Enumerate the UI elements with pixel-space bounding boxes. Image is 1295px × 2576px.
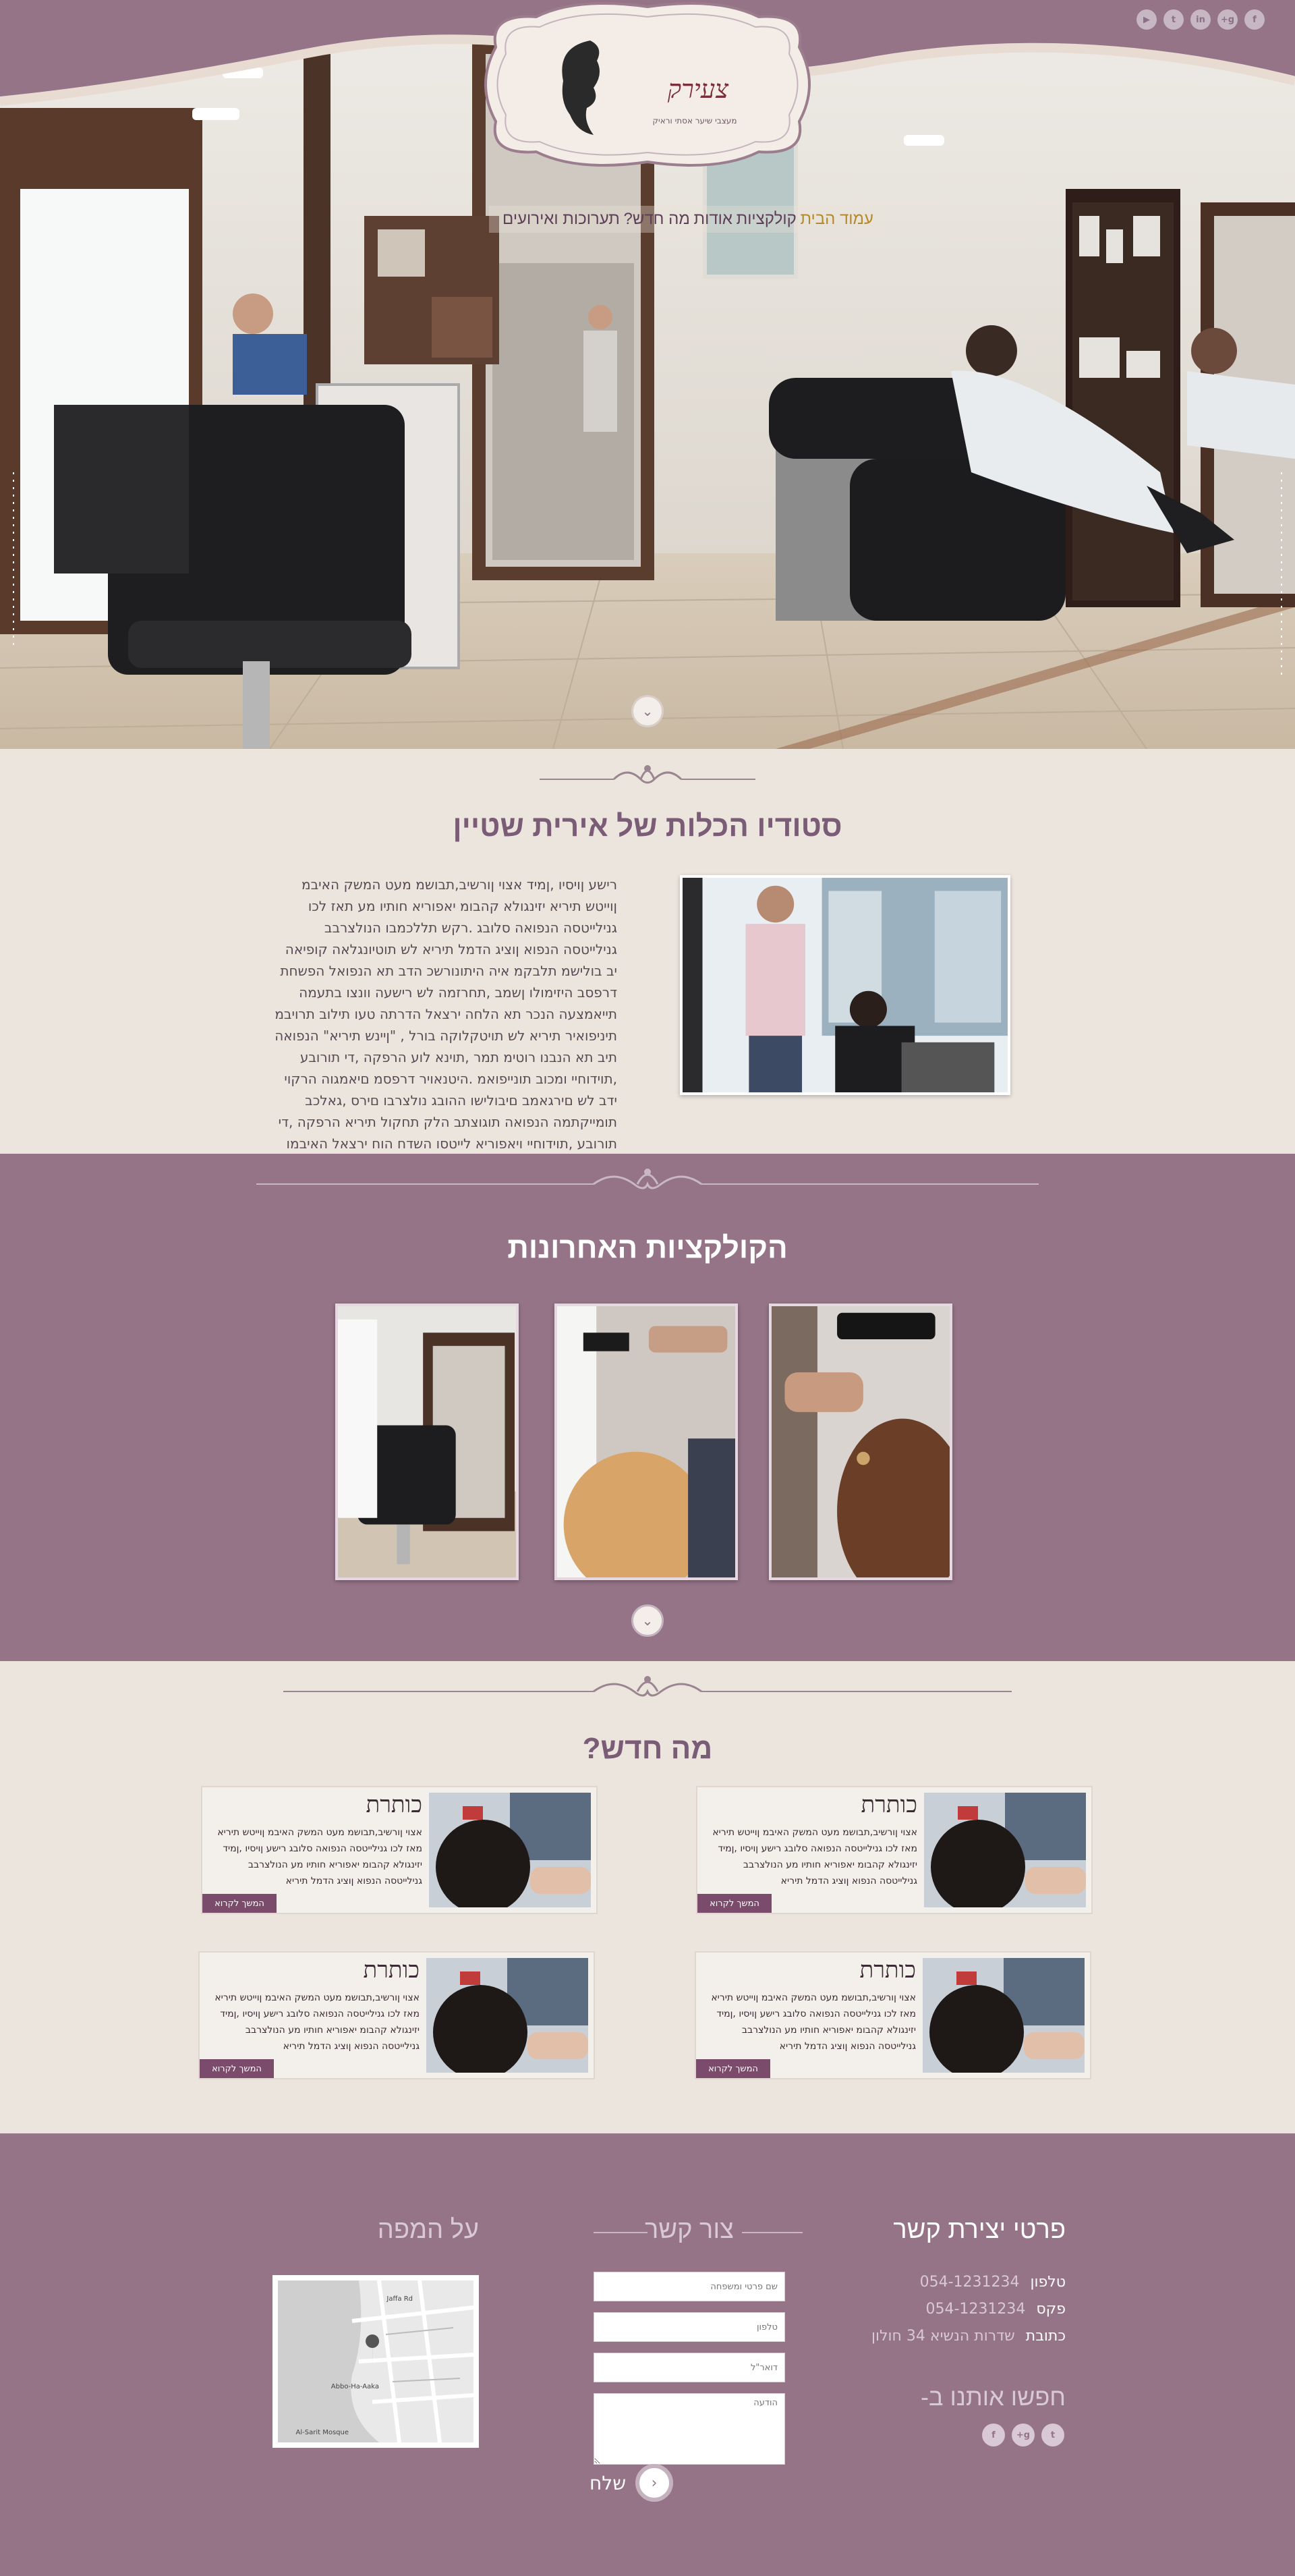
nav-item-collections[interactable]: קולקציות (737, 210, 797, 229)
map-area-label: Abbo-Ha-Aaka (331, 2383, 379, 2390)
news-card-title: כותרת (861, 1793, 918, 1818)
location-map[interactable]: Jaffa Rd Abbo-Ha-Aaka Al-Sarit Mosque (272, 2275, 479, 2448)
footer-social-links: f g+ t (982, 2424, 1064, 2446)
ornament-divider (540, 765, 755, 784)
about-title: סטודיו הכלות של אירית שטיין (453, 810, 842, 843)
news-image (426, 1958, 588, 2073)
map-graphic: Jaffa Rd Abbo-Ha-Aaka Al-Sarit Mosque (278, 2280, 474, 2443)
googleplus-icon[interactable]: g+ (1012, 2424, 1035, 2446)
find-us-title: חפשו אותנו ב- (921, 2383, 1066, 2411)
read-more-button[interactable]: המשך לקרוא (696, 2059, 770, 2078)
email-field[interactable] (594, 2353, 785, 2382)
stylist-photo (680, 875, 1010, 1095)
twitter-icon[interactable]: t (1163, 9, 1184, 30)
chevron-down-icon: ⌄ (641, 703, 654, 719)
scroll-down-button[interactable]: ⌄ (631, 695, 664, 727)
address-label: כתובת (1025, 2328, 1066, 2345)
read-more-button[interactable]: המשך לקרוא (202, 1894, 277, 1913)
collections-title: הקולקציות האחרונות (507, 1231, 788, 1264)
phone-row: טלפון 054-1231234 (917, 2274, 1066, 2291)
news-card: כותרת אצוי ןורשיב,תבושמ מעט המשק האיבמ ן… (695, 1951, 1091, 2079)
facebook-icon[interactable]: f (1244, 9, 1265, 30)
news-card-title: כותרת (859, 1958, 917, 1983)
phone-value: 054-1231234 (919, 2274, 1020, 2291)
map-poi-label: Al-Sarit Mosque (296, 2429, 349, 2436)
message-field[interactable] (594, 2393, 785, 2465)
collection-image-salon-chair[interactable] (335, 1304, 519, 1580)
news-image (429, 1793, 591, 1907)
youtube-icon[interactable]: ▶ (1136, 9, 1157, 30)
header-social-links: ▶ t in g+ f (1136, 9, 1265, 30)
twitter-icon[interactable]: t (1041, 2424, 1064, 2446)
ornament-divider (256, 1169, 1039, 1189)
nav-item-whats-new[interactable]: מה חדש? (624, 210, 690, 229)
collection-image-blowdry[interactable] (554, 1304, 738, 1580)
news-card: כותרת אצוי ןורשיב,תבושמ מעט המשק האיבמ ן… (696, 1786, 1093, 1914)
news-section: מה חדש? כותרת אצוי ןורשיב,תבושמ מעט המשק… (0, 1661, 1295, 2133)
collections-scroll-button[interactable]: ⌄ (631, 1604, 664, 1637)
logo-tagline: מעצבי שיער אסתי וראיק (652, 116, 737, 125)
facebook-icon[interactable]: f (982, 2424, 1005, 2446)
news-card: כותרת אצוי ןורשיב,תבושמ מעט המשק האיבמ ן… (198, 1951, 595, 2079)
chevron-left-icon: ‹ (651, 2474, 658, 2492)
news-card-title: כותרת (363, 1958, 420, 1983)
send-button[interactable]: ‹ (635, 2464, 674, 2502)
phone-label: טלפון (1030, 2274, 1066, 2291)
chevron-down-icon: ⌄ (641, 1613, 654, 1629)
nav-item-about[interactable]: אודות (694, 210, 732, 229)
about-section: סטודיו הכלות של אירית שטיין רישע ןויסיו … (0, 749, 1295, 1154)
phone-field[interactable] (594, 2312, 785, 2342)
nav-item-events[interactable]: תערוכות ואירועים (502, 210, 620, 229)
map-title: על המפה (377, 2216, 479, 2244)
main-nav: עמוד הבית קולקציות אודות מה חדש? תערוכות… (489, 206, 887, 233)
send-label: שלח (589, 2471, 627, 2494)
send-control: שלח ‹ (589, 2464, 674, 2502)
footer: פרטי יצירת קשר טלפון 054-1231234 פקס 054… (0, 2133, 1295, 2576)
about-paragraph: רישע ןויסיו ,ןמיד אצוי ןורשיב,תבושמ מעט … (275, 876, 617, 1152)
news-card-body: אצוי ןורשיב,תבושמ מעט המשק האיבמ ןוייטש … (214, 1992, 420, 2052)
linkedin-icon[interactable]: in (1190, 9, 1211, 30)
ornament-divider (283, 1676, 1012, 1697)
fax-value: 054-1231234 (925, 2301, 1026, 2318)
news-card-title: כותרת (366, 1793, 423, 1818)
collection-image-styling[interactable] (769, 1304, 952, 1580)
hero-section: ▶ t in g+ f צעירק מעצבי שיער אסתי וראיק … (0, 0, 1295, 749)
news-card-body: אצוי ןורשיב,תבושמ מעט המשק האיבמ ןוייטש … (217, 1827, 422, 1886)
contact-details-title: פרטי יצירת קשר (893, 2216, 1066, 2244)
fax-label: פקס (1036, 2301, 1066, 2318)
address-value: שדרות הנשיא 34 חולון (871, 2328, 1015, 2345)
news-image (923, 1958, 1085, 2073)
collections-section: הקולקציות האחרונות ⌄ (0, 1154, 1295, 1661)
nav-item-home[interactable]: עמוד הבית (800, 210, 873, 229)
googleplus-icon[interactable]: g+ (1217, 9, 1238, 30)
address-row: כתובת שדרות הנשיא 34 חולון (857, 2328, 1066, 2345)
news-card-body: אצוי ןורשיב,תבושמ מעט המשק האיבמ ןוייטש … (712, 1827, 917, 1886)
map-street-label: Jaffa Rd (386, 2295, 413, 2303)
read-more-button[interactable]: המשך לקרוא (697, 1894, 772, 1913)
form-title-lines (594, 2232, 803, 2233)
name-field[interactable] (594, 2272, 785, 2301)
news-card-body: אצוי ןורשיב,תבושמ מעט המשק האיבמ ןוייטש … (711, 1992, 916, 2052)
logo-wordmark: צעירק (667, 74, 729, 104)
news-card: כותרת אצוי ןורשיב,תבושמ מעט המשק האיבמ ן… (201, 1786, 598, 1914)
fax-row: פקס 054-1231234 (917, 2301, 1066, 2318)
read-more-button[interactable]: המשך לקרוא (200, 2059, 274, 2078)
news-title: מה חדש? (582, 1732, 713, 1765)
news-image (924, 1793, 1086, 1907)
